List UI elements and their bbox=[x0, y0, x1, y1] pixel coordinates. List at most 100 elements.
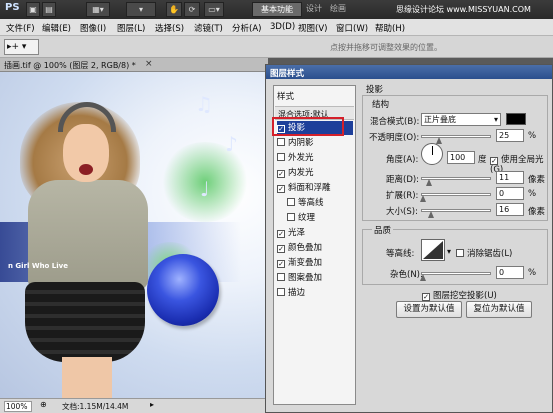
tool-preset-picker[interactable]: ▸+ ▾ bbox=[4, 39, 39, 55]
make-default-button[interactable]: 设置为默认值 bbox=[396, 301, 462, 318]
checkbox-icon[interactable] bbox=[287, 213, 295, 221]
menu-view[interactable]: 视图(V) bbox=[298, 22, 327, 34]
blend-mode-select[interactable]: 正片叠底 ▾ bbox=[421, 113, 501, 126]
shadow-color-swatch[interactable] bbox=[506, 113, 526, 125]
checkbox-icon[interactable]: ✓ bbox=[277, 185, 285, 193]
noise-label: 杂色(N): bbox=[390, 270, 423, 280]
bridge-icon[interactable]: ▣ bbox=[26, 2, 40, 17]
size-slider[interactable] bbox=[421, 209, 491, 212]
view-extras-dropdown[interactable]: ▦▾ bbox=[86, 2, 110, 17]
noise-slider[interactable] bbox=[421, 272, 491, 275]
checkbox-icon[interactable]: ✓ bbox=[277, 245, 285, 253]
style-item-stroke[interactable]: 描边 bbox=[277, 286, 353, 300]
opacity-unit: % bbox=[528, 131, 537, 141]
angle-input[interactable]: 100 bbox=[447, 151, 475, 164]
document-canvas[interactable]: ♫ ♪ ♩ 𝄞 n Girl Who Live bbox=[0, 72, 268, 398]
spread-slider[interactable] bbox=[421, 193, 491, 196]
style-item-pattern-overlay[interactable]: 图案叠加 bbox=[277, 271, 353, 285]
style-item-label: 内阴影 bbox=[288, 138, 314, 148]
menu-window[interactable]: 窗口(W) bbox=[336, 22, 368, 34]
style-item-bevel-emboss[interactable]: ✓ 斜面和浮雕 bbox=[277, 181, 353, 195]
menu-file[interactable]: 文件(F) bbox=[6, 22, 35, 34]
quality-group-title: 品质 bbox=[372, 224, 394, 236]
spread-unit: % bbox=[528, 189, 537, 199]
chevron-down-icon[interactable]: ▾ bbox=[447, 247, 451, 256]
reset-to-default-button[interactable]: 复位为默认值 bbox=[466, 301, 532, 318]
application-bar: PS ▣ ▤ ▦▾ ▾ ✋ ⟳ ▭▾ 基本功能 设计 绘画 思缘设计论坛 www… bbox=[0, 0, 553, 19]
opacity-input[interactable]: 25 bbox=[496, 129, 524, 142]
menu-3d[interactable]: 3D(D) bbox=[270, 22, 295, 32]
style-item-label: 等高线 bbox=[298, 198, 324, 208]
document-tab[interactable]: 插画.tif @ 100% (图层 2, RGB/8) * × bbox=[0, 58, 268, 72]
workspace-essentials-button[interactable]: 基本功能 bbox=[252, 2, 302, 17]
menu-edit[interactable]: 编辑(E) bbox=[42, 22, 71, 34]
style-item-inner-shadow[interactable]: 内阴影 bbox=[277, 136, 353, 150]
checkbox-icon[interactable]: ✓ bbox=[277, 230, 285, 238]
blend-mode-label: 混合模式(B): bbox=[370, 117, 420, 127]
menu-filter[interactable]: 滤镜(T) bbox=[194, 22, 223, 34]
style-item-label: 外发光 bbox=[288, 153, 314, 163]
style-item-label: 描边 bbox=[288, 288, 306, 298]
hand-tool-icon[interactable]: ✋ bbox=[166, 2, 182, 17]
distance-label: 距离(D): bbox=[386, 175, 420, 185]
style-item-label: 光泽 bbox=[288, 228, 306, 238]
blue-sphere-layer[interactable] bbox=[147, 254, 219, 326]
contour-picker[interactable] bbox=[421, 239, 445, 261]
menu-layer[interactable]: 图层(L) bbox=[117, 22, 145, 34]
opacity-slider[interactable] bbox=[421, 135, 491, 138]
style-list-title[interactable]: 样式 bbox=[277, 90, 294, 102]
dialog-title-bar[interactable]: 图层样式 bbox=[266, 65, 552, 79]
arrange-documents-icon[interactable]: ▭▾ bbox=[204, 2, 224, 17]
anti-alias-checkbox[interactable]: 消除锯齿(L) bbox=[456, 247, 512, 259]
checkbox-icon[interactable]: ✓ bbox=[490, 157, 498, 165]
checkbox-icon[interactable] bbox=[287, 198, 295, 206]
angle-label: 角度(A): bbox=[386, 155, 419, 165]
distance-unit: 像素 bbox=[528, 175, 546, 185]
layer-knocks-out-checkbox[interactable]: ✓ 图层挖空投影(U) bbox=[422, 289, 497, 301]
workspace-design-tab[interactable]: 设计 bbox=[306, 3, 322, 14]
spread-input[interactable]: 0 bbox=[496, 187, 524, 200]
distance-input[interactable]: 11 bbox=[496, 171, 524, 184]
menu-select[interactable]: 选择(S) bbox=[155, 22, 184, 34]
rotate-view-icon[interactable]: ⟳ bbox=[184, 2, 200, 17]
minibridge-icon[interactable]: ▤ bbox=[42, 2, 56, 17]
menu-help[interactable]: 帮助(H) bbox=[375, 22, 405, 34]
music-note-decoration: ♪ bbox=[225, 132, 238, 156]
size-input[interactable]: 16 bbox=[496, 203, 524, 216]
status-expand-arrow-icon[interactable]: ▸ bbox=[150, 400, 154, 409]
music-note-decoration: ♫ bbox=[195, 92, 213, 116]
checkbox-icon[interactable] bbox=[277, 288, 285, 296]
canvas-banner-text: n Girl Who Live bbox=[8, 262, 68, 270]
style-item-gradient-overlay[interactable]: ✓ 渐变叠加 bbox=[277, 256, 353, 270]
menu-image[interactable]: 图像(I) bbox=[80, 22, 106, 34]
workspace-painting-tab[interactable]: 绘画 bbox=[330, 3, 346, 14]
checkbox-icon[interactable] bbox=[277, 138, 285, 146]
style-item-label: 图案叠加 bbox=[288, 273, 323, 283]
style-item-label: 渐变叠加 bbox=[288, 258, 323, 268]
options-hint-text: 点按并拖移可调整效果的位置。 bbox=[330, 43, 442, 52]
zoom-level-field[interactable]: 100% bbox=[4, 401, 32, 412]
checkbox-icon[interactable]: ✓ bbox=[277, 260, 285, 268]
anti-alias-label: 消除锯齿(L) bbox=[467, 249, 513, 259]
checkbox-icon[interactable]: ✓ bbox=[422, 293, 430, 301]
zoom-level-dropdown[interactable]: ▾ bbox=[126, 2, 156, 17]
style-item-contour[interactable]: 等高线 bbox=[287, 196, 353, 210]
noise-input[interactable]: 0 bbox=[496, 266, 524, 279]
distance-slider[interactable] bbox=[421, 177, 491, 180]
style-item-texture[interactable]: 纹理 bbox=[287, 211, 353, 225]
menu-analysis[interactable]: 分析(A) bbox=[232, 22, 261, 34]
music-note-decoration: ♩ bbox=[200, 177, 210, 201]
style-item-satin[interactable]: ✓ 光泽 bbox=[277, 226, 353, 240]
status-menu-icon[interactable]: ⊕ bbox=[40, 400, 47, 409]
close-icon[interactable]: × bbox=[145, 59, 153, 69]
checkbox-icon[interactable] bbox=[456, 249, 464, 257]
layer-knocks-out-label: 图层挖空投影(U) bbox=[433, 291, 497, 301]
style-item-outer-glow[interactable]: 外发光 bbox=[277, 151, 353, 165]
style-item-inner-glow[interactable]: ✓ 内发光 bbox=[277, 166, 353, 180]
checkbox-icon[interactable] bbox=[277, 273, 285, 281]
checkbox-icon[interactable] bbox=[277, 153, 285, 161]
angle-dial[interactable] bbox=[421, 143, 443, 165]
style-item-color-overlay[interactable]: ✓ 颜色叠加 bbox=[277, 241, 353, 255]
status-bar: 100% ⊕ 文档:1.15M/14.4M ▸ bbox=[0, 398, 268, 413]
checkbox-icon[interactable]: ✓ bbox=[277, 170, 285, 178]
